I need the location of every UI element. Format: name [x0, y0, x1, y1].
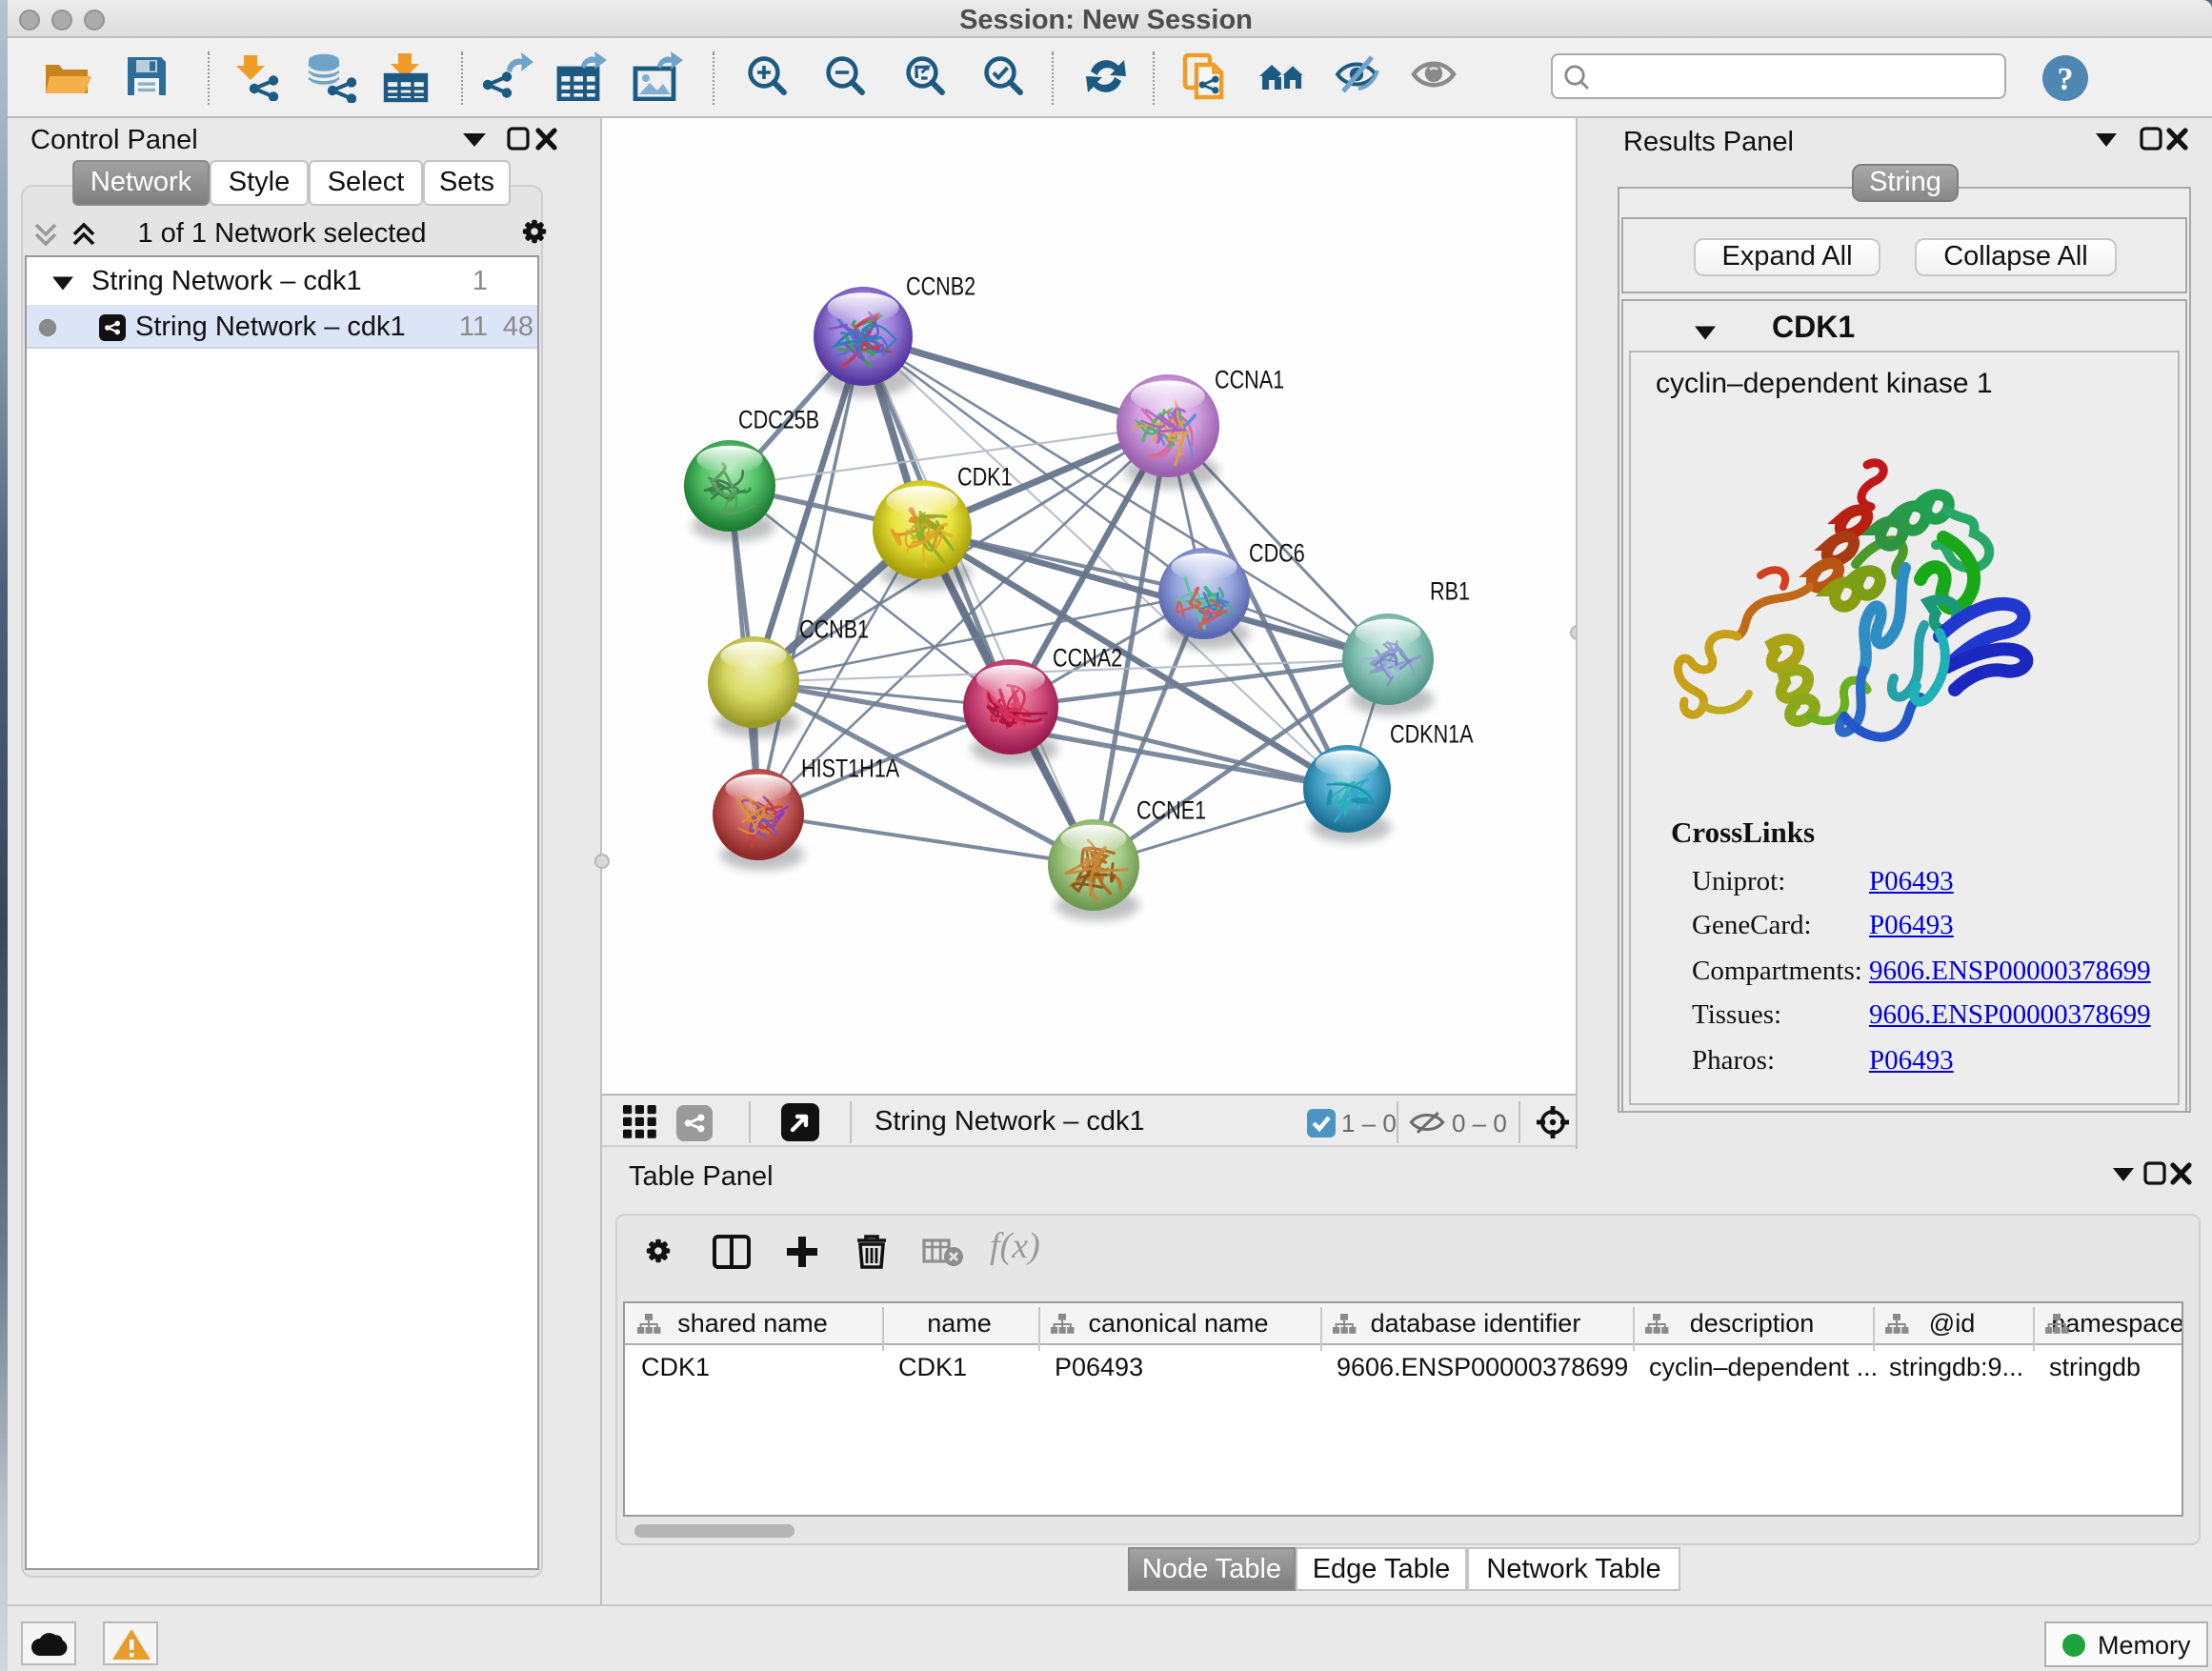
svg-text:CCNB2: CCNB2 — [906, 272, 975, 301]
svg-text:CDC6: CDC6 — [1249, 539, 1305, 568]
svg-text:CDKN1A: CDKN1A — [1390, 720, 1474, 749]
svg-text:CDC25B: CDC25B — [738, 406, 819, 434]
svg-text:CDK1: CDK1 — [957, 463, 1013, 492]
svg-text:CCNA1: CCNA1 — [1215, 366, 1284, 394]
svg-text:HIST1H1A: HIST1H1A — [801, 755, 900, 783]
svg-text:CCNB1: CCNB1 — [799, 615, 869, 644]
svg-text:RB1: RB1 — [1430, 577, 1470, 606]
svg-text:CCNE1: CCNE1 — [1136, 796, 1206, 825]
svg-text:CCNA2: CCNA2 — [1053, 644, 1122, 673]
svg-text:?: ? — [2058, 62, 2074, 97]
